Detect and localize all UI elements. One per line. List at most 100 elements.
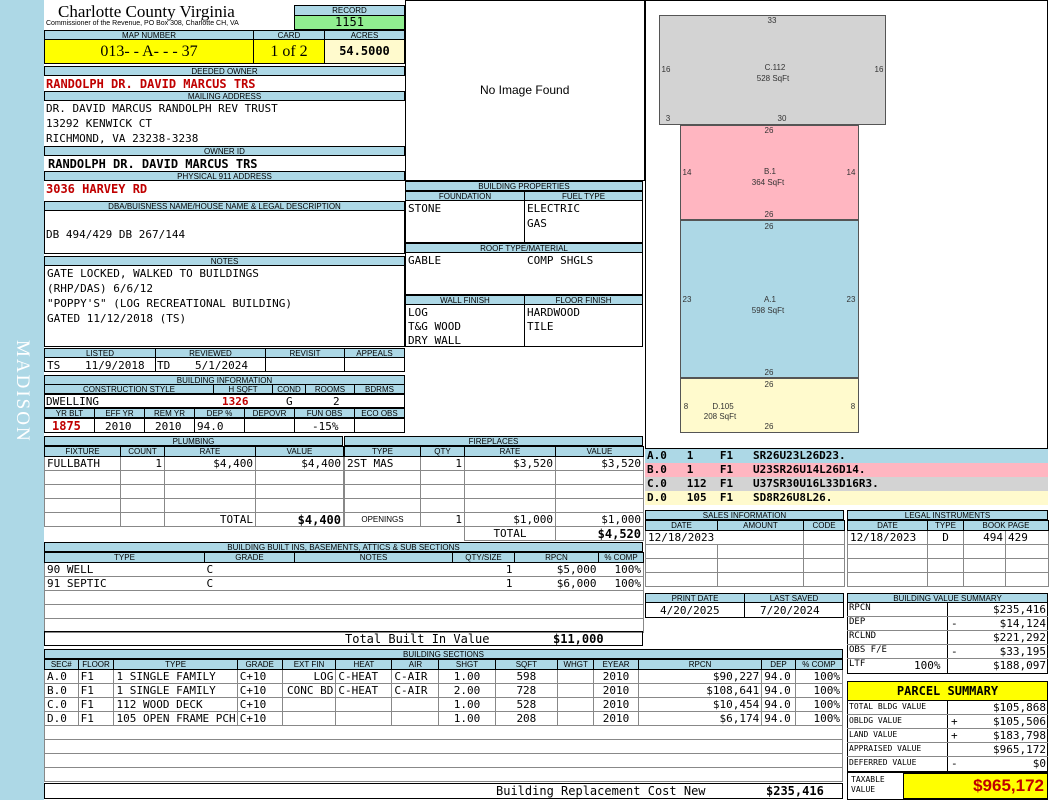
mailing-line-2: 13292 KENWICK CT — [46, 117, 152, 130]
plumbing-count: 1 — [120, 456, 165, 471]
wall-1: LOG — [408, 306, 428, 319]
vs-ltf-label: LTF — [849, 659, 866, 669]
sec-air — [391, 697, 440, 712]
vs-rclnd-label: RCLND — [849, 631, 877, 641]
plumbing-value: $4,400 — [255, 456, 344, 471]
construction-style: DWELLING — [46, 395, 99, 408]
eco-obs-label: ECO OBS — [354, 408, 405, 418]
sec-comp: 100% — [794, 697, 844, 712]
plumbing-rate: $4,400 — [164, 456, 256, 471]
yr-blt-value: 1875 — [52, 419, 81, 433]
sec-grade: C+10 — [236, 697, 283, 712]
sec-sec: A.0 — [44, 669, 79, 684]
wall-3: DRY WALL — [408, 334, 461, 347]
sec-shgt: 2.00 — [438, 683, 496, 698]
vs-dep-label: DEP — [849, 617, 866, 627]
rem-yr-label: REM YR — [144, 408, 195, 418]
sec-h-heat: HEAT — [335, 659, 393, 670]
sec-grade: C+10 — [236, 669, 283, 684]
sketch-d-left: 8 — [683, 402, 689, 411]
rooms-label: ROOMS — [305, 384, 355, 394]
sales-table: DATE AMOUNT CODE 12/18/2023 — [645, 520, 845, 587]
sketch-b-left: 14 — [682, 168, 692, 177]
sec-ext — [281, 711, 337, 726]
plumbing-h-rate: RATE — [164, 446, 256, 457]
roof-material-value: COMP SHGLS — [527, 254, 594, 267]
sec-sqft: 598 — [494, 669, 559, 684]
sketch-code-c: C.0 112 F1 U37SR30U16L33D16R3. — [645, 477, 1048, 491]
sec-ext — [281, 697, 337, 712]
notes-line-1: GATE LOCKED, WALKED TO BUILDINGS — [47, 267, 259, 280]
sec-eyear: 2010 — [593, 711, 639, 726]
builtin-grade: C — [204, 576, 295, 591]
ps-deferred-value: $0 — [1032, 757, 1046, 770]
builtin-comp: 100% — [598, 562, 644, 577]
sketch-code-a: A.0 1 F1 SR26U23L26D23. — [645, 449, 1048, 463]
vs-rclnd-value: $221,292 — [993, 631, 1046, 644]
vs-obs-value: $33,195 — [999, 645, 1046, 658]
sec-h-shgt: SHGT — [438, 659, 496, 670]
table-row: B.0 F1 1 SINGLE FAMILY C+10 CONC BD C-HEAT C-A… — [44, 683, 844, 698]
fun-obs-value: -15% — [312, 420, 339, 433]
sec-comp: 100% — [794, 711, 844, 726]
mailing-line-3: RICHMOND, VA 23238-3238 — [46, 132, 199, 145]
sketch-c-name: C.112 — [764, 63, 786, 72]
sec-type: 112 WOOD DECK — [113, 697, 238, 712]
cond-value: G — [286, 395, 293, 408]
physical-address-label: PHYSICAL 911 ADDRESS — [44, 171, 405, 181]
eff-yr-label: EFF YR — [94, 408, 145, 418]
table-row: 90 WELL C 1 $5,000 100% — [44, 562, 644, 577]
print-date-value: 4/20/2025 — [660, 604, 720, 617]
vs-obs-label: OBS F/E — [849, 645, 887, 655]
ps-obldg-label: OBLDG VALUE — [849, 716, 902, 725]
openings-qty: 1 — [420, 512, 465, 527]
sec-sqft: 528 — [494, 697, 559, 712]
notes-line-4: GATED 11/12/2018 (TS) — [47, 312, 187, 325]
builtin-type: 91 SEPTIC — [44, 576, 205, 591]
plumbing-table: FIXTURE COUNT RATE VALUE FULLBATH 1 $4,400 $4,… — [44, 446, 344, 527]
sec-floor: F1 — [77, 711, 115, 726]
sketch-c-bl: 3 — [665, 114, 671, 123]
mailing-address-label: MAILING ADDRESS — [44, 91, 405, 101]
sec-sqft: 728 — [494, 683, 559, 698]
sec-type: 1 SINGLE FAMILY — [113, 669, 238, 684]
sec-heat — [335, 697, 393, 712]
vs-rpcn-value: $235,416 — [993, 603, 1046, 616]
ps-deferred-label: DEFERRED VALUE — [849, 758, 917, 767]
acres-value: 54.5000 — [324, 39, 405, 64]
plumbing-h-value: VALUE — [255, 446, 344, 457]
sales-amount — [717, 530, 804, 545]
ps-total-bldg-label: TOTAL BLDG VALUE — [849, 702, 927, 711]
sec-h-sec: SEC# — [44, 659, 79, 670]
legal-type: D — [927, 530, 964, 545]
notes-line-3: "POPPY'S" (LOG RECREATIONAL BUILDING) — [47, 297, 293, 310]
sales-code — [803, 530, 845, 545]
listed-date: 11/9/2018 — [85, 359, 145, 372]
builtin-rpcn: $6,000 — [514, 576, 599, 591]
floor-1: HARDWOOD — [527, 306, 580, 319]
sec-sec: C.0 — [44, 697, 79, 712]
builtins-h-notes: NOTES — [294, 552, 453, 563]
vs-obs-sign: - — [951, 645, 958, 658]
sec-h-comp: % COMP — [794, 659, 844, 670]
sec-ext: CONC BD — [281, 683, 337, 698]
hsqft-value: 1326 — [222, 395, 249, 408]
ps-total-bldg-value: $105,868 — [993, 701, 1046, 714]
sections-total-label: Building Replacement Cost New — [496, 784, 706, 798]
sec-h-eyear: EYEAR — [593, 659, 639, 670]
table-row: FULLBATH 1 $4,400 $4,400 — [44, 456, 344, 471]
sketch-d-name: D.105 — [712, 402, 734, 411]
sec-shgt: 1.00 — [438, 711, 496, 726]
builtin-comp: 100% — [598, 576, 644, 591]
bdrms-label: BDRMS — [354, 384, 405, 394]
fireplace-h-qty: QTY — [420, 446, 465, 457]
builtin-notes — [294, 576, 453, 591]
wall-2: T&G WOOD — [408, 320, 461, 333]
sec-rpcn: $6,174 — [637, 711, 763, 726]
sec-dep: 94.0 — [761, 683, 796, 698]
sec-shgt: 1.00 — [438, 669, 496, 684]
fuel-1: ELECTRIC — [527, 202, 580, 215]
legal-table: DATE TYPE BOOK PAGE 12/18/2023 D 494 429 — [847, 520, 1050, 587]
sec-h-rpcn: RPCN — [637, 659, 763, 670]
plumbing-label: PLUMBING — [44, 436, 343, 446]
